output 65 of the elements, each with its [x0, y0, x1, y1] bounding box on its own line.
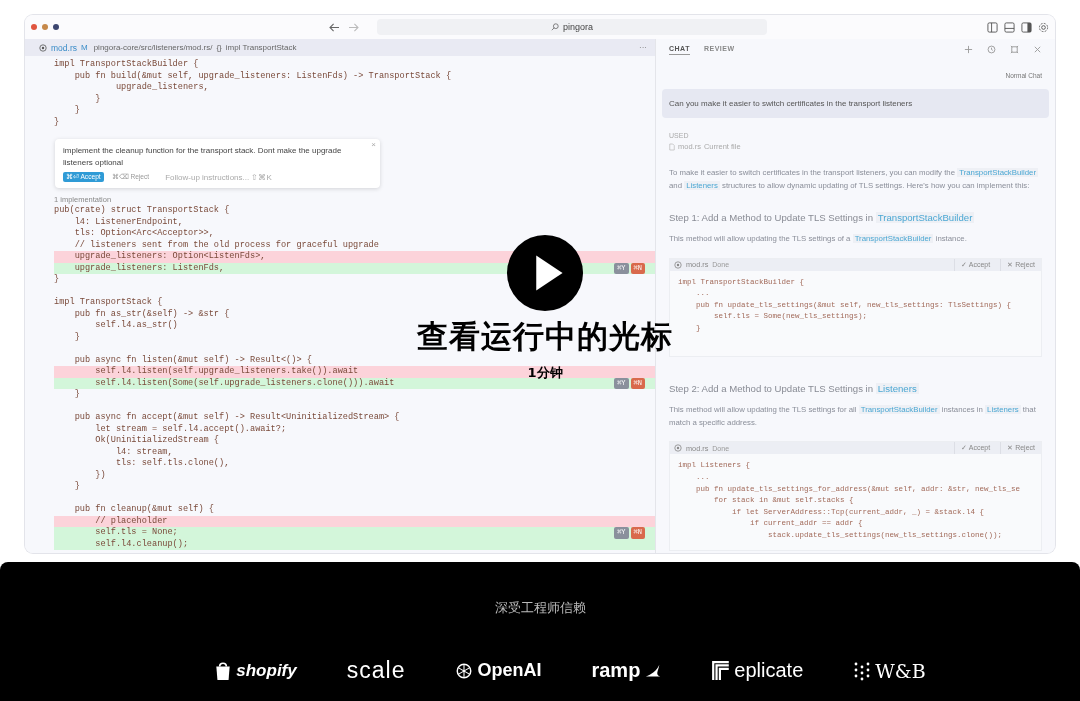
code-line: pub fn as_str(&self) -> &str { [73, 308, 230, 320]
history-icon[interactable] [987, 44, 996, 54]
code-line: } [73, 389, 80, 401]
gear-file-icon [674, 260, 682, 269]
code-line: l4: stream, [114, 446, 173, 458]
code-line: pub async fn listen(&mut self) -> Result<()> { [73, 354, 312, 366]
code-line: pub fn build(&mut self, upgrade_listeners: ListenFds) -> TransportStack { [73, 70, 452, 82]
code-line: } [54, 274, 60, 286]
code-line: } [73, 331, 80, 343]
document-icon [669, 142, 675, 151]
sidebar-layout-icon[interactable] [987, 21, 998, 33]
panel-layout-icon[interactable] [1004, 21, 1015, 33]
play-button[interactable] [506, 234, 584, 312]
close-icon[interactable] [1033, 44, 1042, 54]
gear-file-icon [39, 43, 47, 52]
code-line: self.l4.as_str() [94, 320, 178, 332]
search-field[interactable]: pingora [377, 19, 767, 35]
minimize-dot-icon[interactable] [42, 24, 48, 30]
symbol-icon: {} [216, 43, 222, 52]
gear-file-icon [674, 444, 682, 453]
zoom-dot-icon[interactable] [53, 24, 59, 30]
more-button[interactable]: ··· [639, 43, 647, 52]
prompt-text: implement the cleanup function for the transport stack. Dont make the upgrade listeners optional [63, 145, 343, 169]
code-line: impl TransportStack { [54, 297, 163, 309]
code-line: pub(crate) struct TransportStack { [54, 205, 230, 217]
file-name[interactable]: mod.rs [51, 42, 77, 53]
company-logo: OpenAI [455, 660, 542, 681]
plus-icon[interactable] [964, 44, 973, 54]
code-line: impl TransportStackBuilder { [54, 59, 199, 71]
code-line: } [73, 105, 80, 117]
code-line: pub fn cleanup(&mut self) { [73, 504, 214, 516]
code-line: } [94, 93, 101, 105]
trusted-heading: 深受工程师信赖 [494, 599, 586, 617]
step-heading: Step 1: Add a Method to Update TLS Settings in TransportStackBuilder [669, 212, 976, 223]
breadcrumb-symbol[interactable]: impl TransportStack [225, 43, 297, 52]
code-line: tls: Option<Arc<Acceptor>>, [73, 228, 214, 240]
company-logo: eplicate [712, 659, 804, 682]
company-logo: shopify [214, 660, 297, 681]
code-line: tls: self.tls.clone(), [114, 458, 230, 470]
company-logo: W&B [853, 659, 926, 682]
close-dot-icon[interactable] [31, 24, 37, 30]
code-line: } [73, 481, 80, 493]
user-message: Can you make it easier to switch certificates in the transport listeners [662, 89, 1049, 118]
code-line: upgrade_listeners, [114, 82, 209, 94]
step-heading: Step 2: Add a Method to Update TLS Settings in Listeners [669, 383, 920, 395]
close-button[interactable]: × [371, 140, 376, 149]
back-arrow-icon[interactable] [329, 22, 340, 32]
breadcrumb-path[interactable]: pingora-core/src/listeners/mod.rs/ [93, 43, 213, 52]
code-line: // listeners sent from the old process for graceful upgrade [73, 239, 379, 251]
code-line: } [54, 116, 60, 128]
company-logo: scale [346, 657, 406, 684]
settings-icon[interactable] [1038, 21, 1049, 33]
forward-arrow-icon[interactable] [348, 22, 359, 32]
follow-up-input[interactable]: Follow-up instructions... ⇧⌘K [165, 172, 272, 182]
code-line: let stream = self.l4.accept().await?; [94, 423, 287, 435]
expand-icon[interactable] [1010, 44, 1019, 54]
file-status: M [81, 43, 88, 52]
video-title: 查看运行中的光标 [417, 317, 673, 356]
right-panel-icon[interactable] [1021, 21, 1032, 33]
company-logo: ramp [591, 659, 663, 682]
code-line: l4: ListenerEndpoint, [73, 216, 183, 228]
code-line: pub async fn accept(&mut self) -> Result<UninitializedStream> { [73, 412, 400, 424]
code-line: Ok(UninitializedStream { [94, 435, 220, 447]
code-line: }) [94, 469, 106, 481]
search-icon [551, 23, 559, 31]
